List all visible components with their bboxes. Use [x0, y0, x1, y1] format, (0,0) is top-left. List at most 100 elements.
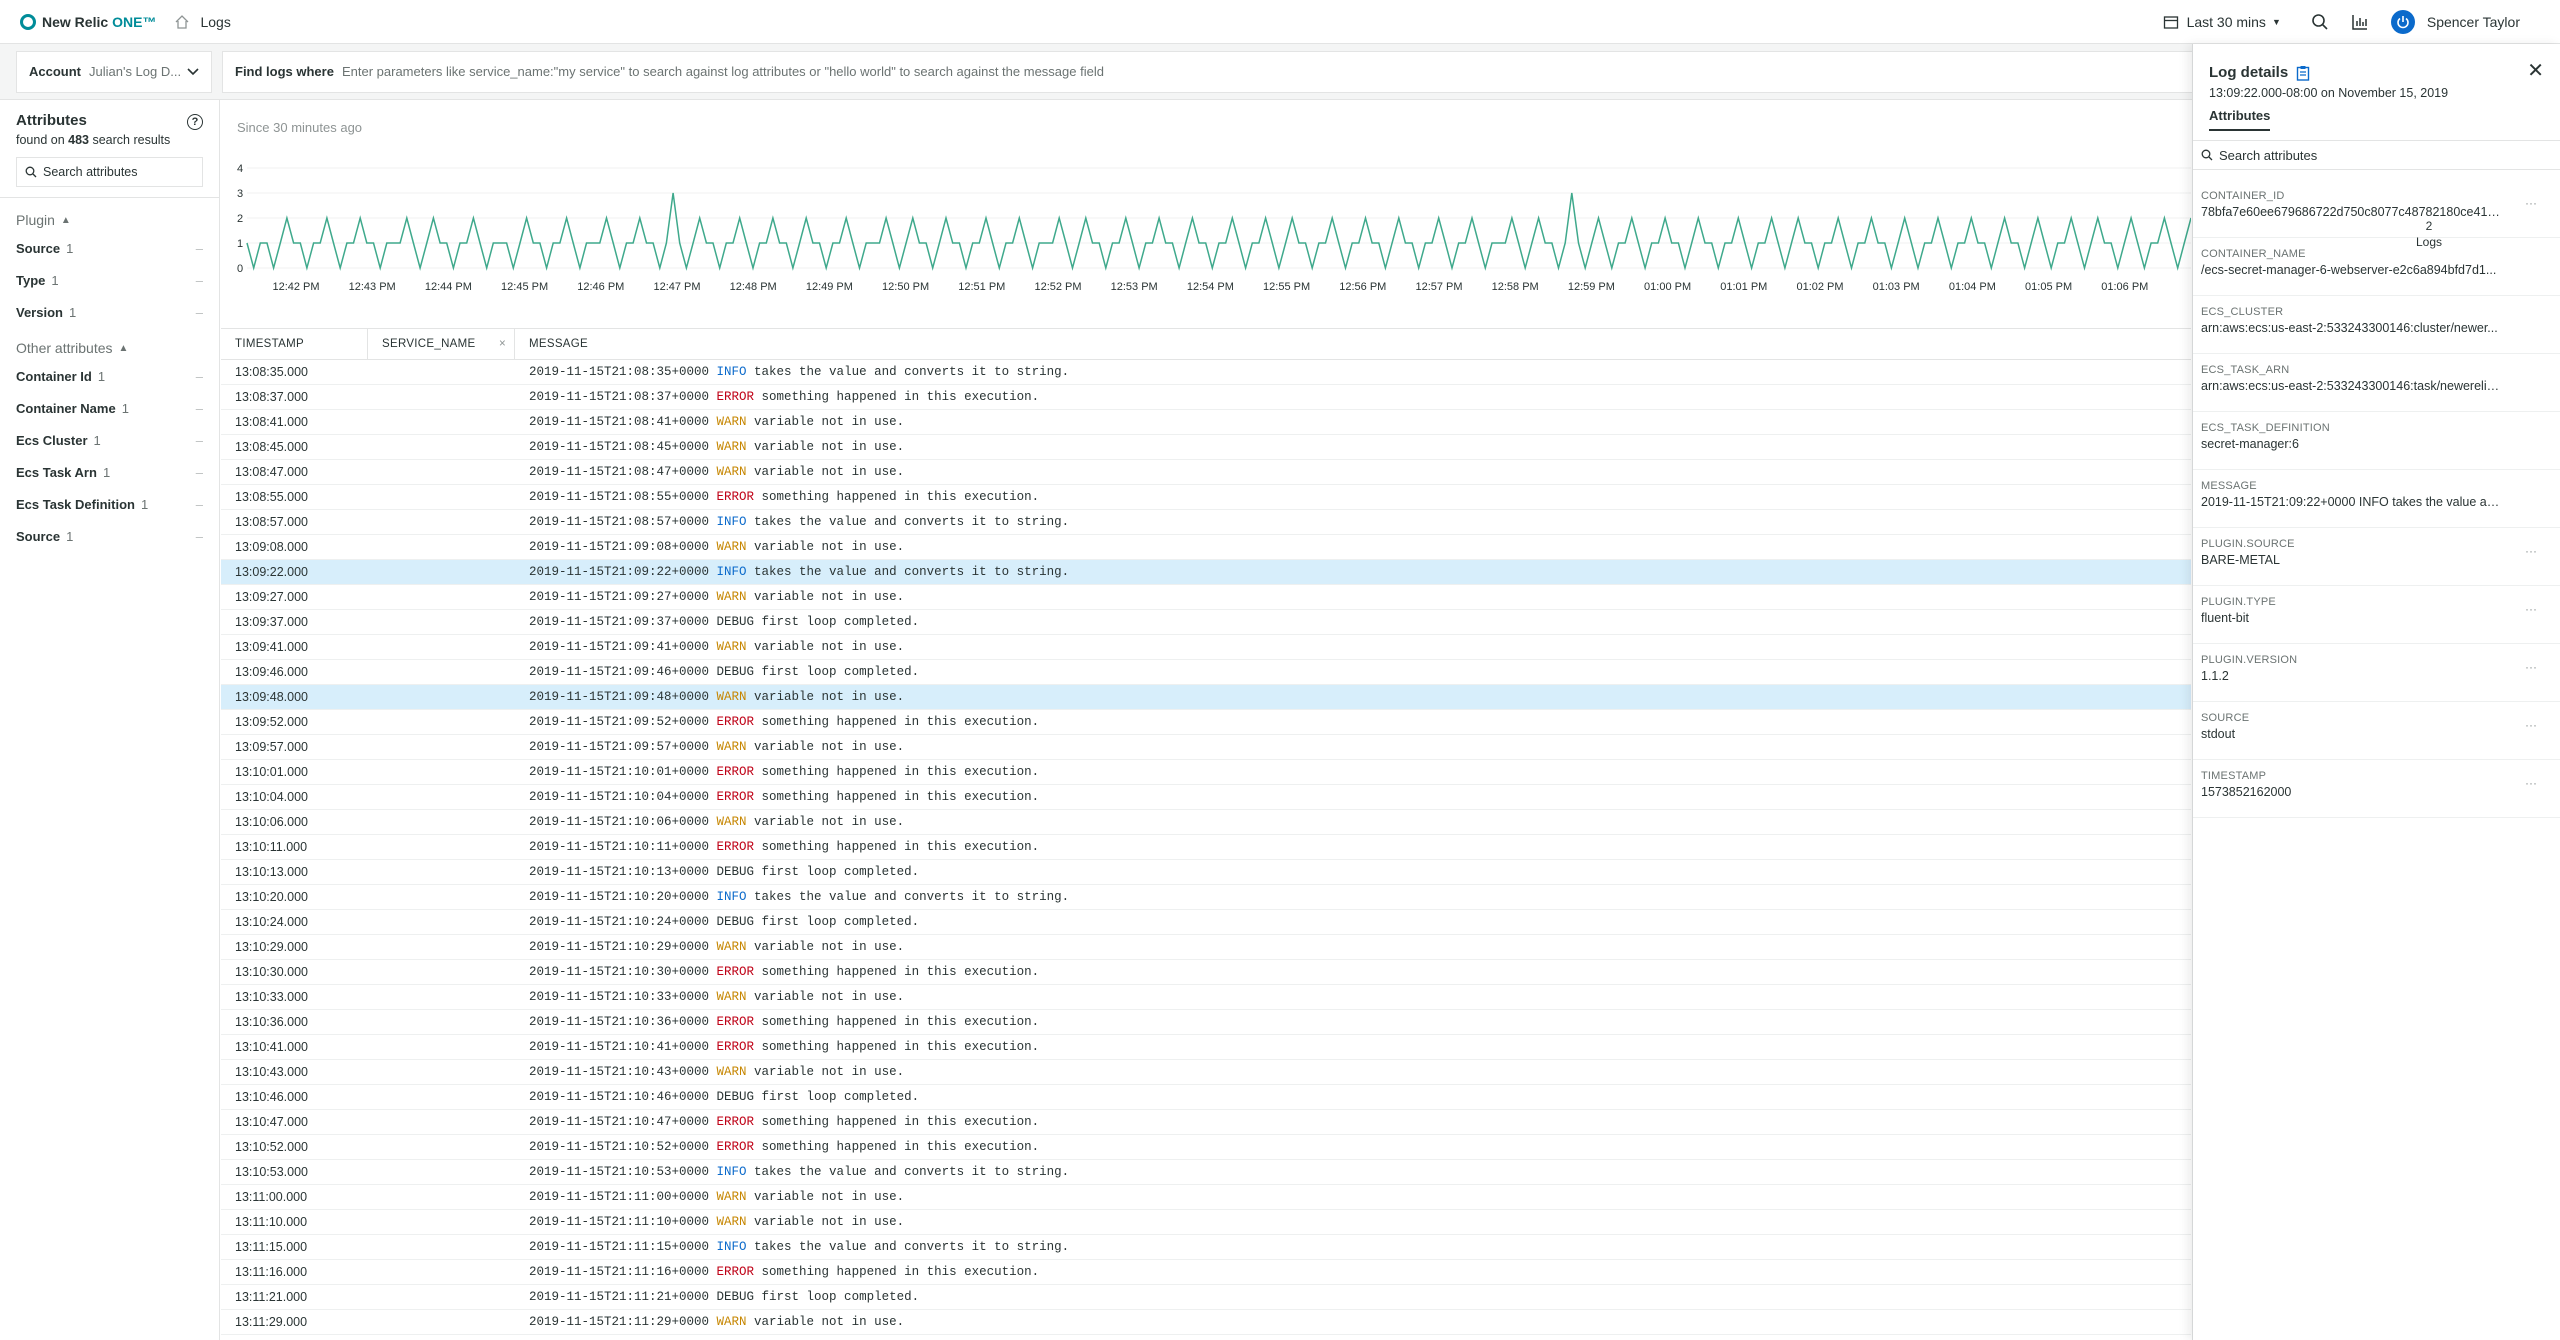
breadcrumb-logs[interactable]: Logs: [200, 14, 230, 30]
plugin-group-header[interactable]: Plugin ▲: [0, 212, 219, 228]
attribute-row[interactable]: CONTAINER_ID 78bfa7e60ee679686722d750c807…: [2193, 180, 2560, 238]
clipboard-icon[interactable]: [2296, 65, 2310, 81]
attribute-search-input[interactable]: [43, 165, 193, 179]
other-attributes-header[interactable]: Other attributes ▲: [0, 340, 219, 356]
remove-icon[interactable]: –: [196, 401, 203, 416]
attribute-search[interactable]: [16, 157, 203, 187]
sidebar-item-plugin-version[interactable]: Version 1 –: [0, 296, 219, 328]
panel-attribute-search[interactable]: [2193, 140, 2560, 170]
close-icon[interactable]: ✕: [2527, 58, 2544, 83]
find-logs-label: Find logs where: [235, 64, 334, 79]
attribute-row[interactable]: SOURCE stdout ···: [2193, 702, 2560, 760]
attribute-row[interactable]: PLUGIN.SOURCE BARE-METAL ···: [2193, 528, 2560, 586]
attribute-key: CONTAINER_NAME: [2201, 248, 2306, 260]
tab-attributes[interactable]: Attributes: [2209, 108, 2271, 131]
remove-icon[interactable]: –: [196, 529, 203, 544]
table-row[interactable]: 13:10:53.000 2019-11-15T21:10:53+0000 INF…: [221, 1160, 2191, 1185]
table-row[interactable]: 13:09:22.000 2019-11-15T21:09:22+0000 INF…: [221, 560, 2191, 585]
table-row[interactable]: 13:10:04.000 2019-11-15T21:10:04+0000 ERR…: [221, 785, 2191, 810]
table-row[interactable]: 13:10:11.000 2019-11-15T21:10:11+0000 ERR…: [221, 835, 2191, 860]
attribute-row[interactable]: ECS_TASK_ARN arn:aws:ecs:us-east-2:533243…: [2193, 354, 2560, 412]
more-options-icon[interactable]: ···: [2525, 660, 2537, 674]
table-row[interactable]: 13:08:57.000 2019-11-15T21:08:57+0000 INF…: [221, 510, 2191, 535]
column-header-service-name[interactable]: SERVICE_NAME ×: [368, 328, 515, 360]
table-row[interactable]: 13:09:57.000 2019-11-15T21:09:57+0000 WAR…: [221, 735, 2191, 760]
more-options-icon[interactable]: ···: [2525, 776, 2537, 790]
table-row[interactable]: 13:10:06.000 2019-11-15T21:10:06+0000 WAR…: [221, 810, 2191, 835]
remove-icon[interactable]: –: [196, 465, 203, 480]
table-row[interactable]: 13:09:27.000 2019-11-15T21:09:27+0000 WAR…: [221, 585, 2191, 610]
more-options-icon[interactable]: ···: [2525, 196, 2537, 210]
close-icon[interactable]: ×: [499, 338, 506, 350]
table-row[interactable]: 13:10:01.000 2019-11-15T21:10:01+0000 ERR…: [221, 760, 2191, 785]
table-row[interactable]: 13:09:52.000 2019-11-15T21:09:52+0000 ERR…: [221, 710, 2191, 735]
table-row[interactable]: 13:11:16.000 2019-11-15T21:11:16+0000 ERR…: [221, 1260, 2191, 1285]
table-row[interactable]: 13:10:29.000 2019-11-15T21:10:29+0000 WAR…: [221, 935, 2191, 960]
table-row[interactable]: 13:10:33.000 2019-11-15T21:10:33+0000 WAR…: [221, 985, 2191, 1010]
table-row[interactable]: 13:08:55.000 2019-11-15T21:08:55+0000 ERR…: [221, 485, 2191, 510]
table-row[interactable]: 13:10:24.000 2019-11-15T21:10:24+0000 DEB…: [221, 910, 2191, 935]
table-row[interactable]: 13:08:45.000 2019-11-15T21:08:45+0000 WAR…: [221, 435, 2191, 460]
table-row[interactable]: 13:11:00.000 2019-11-15T21:11:00+0000 WAR…: [221, 1185, 2191, 1210]
account-selector[interactable]: Account Julian's Log D...: [16, 50, 212, 93]
more-options-icon[interactable]: ···: [2525, 544, 2537, 558]
sidebar-item-container-id[interactable]: Container Id 1 –: [0, 360, 219, 392]
query-builder-icon[interactable]: [2351, 13, 2369, 31]
sidebar-item-source[interactable]: Source 1 –: [0, 520, 219, 552]
table-row[interactable]: 13:10:47.000 2019-11-15T21:10:47+0000 ERR…: [221, 1110, 2191, 1135]
table-row[interactable]: 13:11:29.000 2019-11-15T21:11:29+0000 WAR…: [221, 1310, 2191, 1335]
table-row[interactable]: 13:11:15.000 2019-11-15T21:11:15+0000 INF…: [221, 1235, 2191, 1260]
sidebar-item-plugin-type[interactable]: Type 1 –: [0, 264, 219, 296]
attribute-row[interactable]: ECS_TASK_DEFINITION secret-manager:6: [2193, 412, 2560, 470]
table-row[interactable]: 13:09:37.000 2019-11-15T21:09:37+0000 DEB…: [221, 610, 2191, 635]
sidebar-item-ecs-task-arn[interactable]: Ecs Task Arn 1 –: [0, 456, 219, 488]
table-row[interactable]: 13:10:46.000 2019-11-15T21:10:46+0000 DEB…: [221, 1085, 2191, 1110]
table-row[interactable]: 13:09:41.000 2019-11-15T21:09:41+0000 WAR…: [221, 635, 2191, 660]
time-range-picker[interactable]: Last 30 mins ▼: [2163, 14, 2281, 30]
remove-icon[interactable]: –: [196, 305, 203, 320]
log-volume-chart[interactable]: 4 3 2 1 0 12:42 PM 12:43 PM 12:44 PM 12:45 PM 12:…: [221, 160, 2191, 320]
help-icon[interactable]: ?: [187, 114, 203, 130]
remove-icon[interactable]: –: [196, 241, 203, 256]
panel-search-input[interactable]: [2219, 147, 2519, 163]
sidebar-item-ecs-task-definition[interactable]: Ecs Task Definition 1 –: [0, 488, 219, 520]
column-header-timestamp[interactable]: TIMESTAMP: [221, 328, 368, 360]
remove-icon[interactable]: –: [196, 369, 203, 384]
sidebar-item-plugin-source[interactable]: Source 1 –: [0, 232, 219, 264]
sidebar-item-container-name[interactable]: Container Name 1 –: [0, 392, 219, 424]
attribute-row[interactable]: MESSAGE 2019-11-15T21:09:22+0000 INFO tak…: [2193, 470, 2560, 528]
more-options-icon[interactable]: ···: [2525, 602, 2537, 616]
table-row[interactable]: 13:10:41.000 2019-11-15T21:10:41+0000 ERR…: [221, 1035, 2191, 1060]
attribute-row[interactable]: PLUGIN.TYPE fluent-bit ···: [2193, 586, 2560, 644]
table-row[interactable]: 13:09:08.000 2019-11-15T21:09:08+0000 WAR…: [221, 535, 2191, 560]
table-row[interactable]: 13:08:47.000 2019-11-15T21:08:47+0000 WAR…: [221, 460, 2191, 485]
row-message: 2019-11-15T21:08:37+0000 ERROR something…: [515, 390, 1039, 404]
new-relic-logo[interactable]: New Relic ONE™: [20, 13, 156, 30]
table-row[interactable]: 13:08:37.000 2019-11-15T21:08:37+0000 ERR…: [221, 385, 2191, 410]
table-row[interactable]: 13:10:43.000 2019-11-15T21:10:43+0000 WAR…: [221, 1060, 2191, 1085]
attribute-row[interactable]: CONTAINER_NAME/ecs-secret-manager-6-webs…: [2193, 238, 2560, 296]
user-menu[interactable]: Spencer Taylor: [2390, 10, 2520, 34]
sidebar-item-ecs-cluster[interactable]: Ecs Cluster 1 –: [0, 424, 219, 456]
home-icon[interactable]: [174, 14, 190, 30]
table-row[interactable]: 13:10:30.000 2019-11-15T21:10:30+0000 ERR…: [221, 960, 2191, 985]
table-row[interactable]: 13:11:21.000 2019-11-15T21:11:21+0000 DEB…: [221, 1285, 2191, 1310]
table-row[interactable]: 13:08:35.000 2019-11-15T21:08:35+0000 INF…: [221, 360, 2191, 385]
remove-icon[interactable]: –: [196, 273, 203, 288]
remove-icon[interactable]: –: [196, 433, 203, 448]
attribute-row[interactable]: PLUGIN.VERSION 1.1.2 ···: [2193, 644, 2560, 702]
table-row[interactable]: 13:10:52.000 2019-11-15T21:10:52+0000 ERR…: [221, 1135, 2191, 1160]
table-row[interactable]: 13:09:46.000 2019-11-15T21:09:46+0000 DEB…: [221, 660, 2191, 685]
search-icon[interactable]: [2311, 13, 2329, 31]
attribute-row[interactable]: TIMESTAMP 1573852162000 ···: [2193, 760, 2560, 818]
column-header-message[interactable]: MESSAGE: [515, 328, 588, 360]
table-row[interactable]: 13:10:20.000 2019-11-15T21:10:20+0000 INF…: [221, 885, 2191, 910]
table-row[interactable]: 13:10:36.000 2019-11-15T21:10:36+0000 ERR…: [221, 1010, 2191, 1035]
attribute-row[interactable]: ECS_CLUSTER arn:aws:ecs:us-east-2:5332433…: [2193, 296, 2560, 354]
table-row[interactable]: 13:11:10.000 2019-11-15T21:11:10+0000 WAR…: [221, 1210, 2191, 1235]
table-row[interactable]: 13:10:13.000 2019-11-15T21:10:13+0000 DEB…: [221, 860, 2191, 885]
table-row[interactable]: 13:09:48.000 2019-11-15T21:09:48+0000 WAR…: [221, 685, 2191, 710]
remove-icon[interactable]: –: [196, 497, 203, 512]
more-options-icon[interactable]: ···: [2525, 718, 2537, 732]
table-row[interactable]: 13:08:41.000 2019-11-15T21:08:41+0000 WAR…: [221, 410, 2191, 435]
